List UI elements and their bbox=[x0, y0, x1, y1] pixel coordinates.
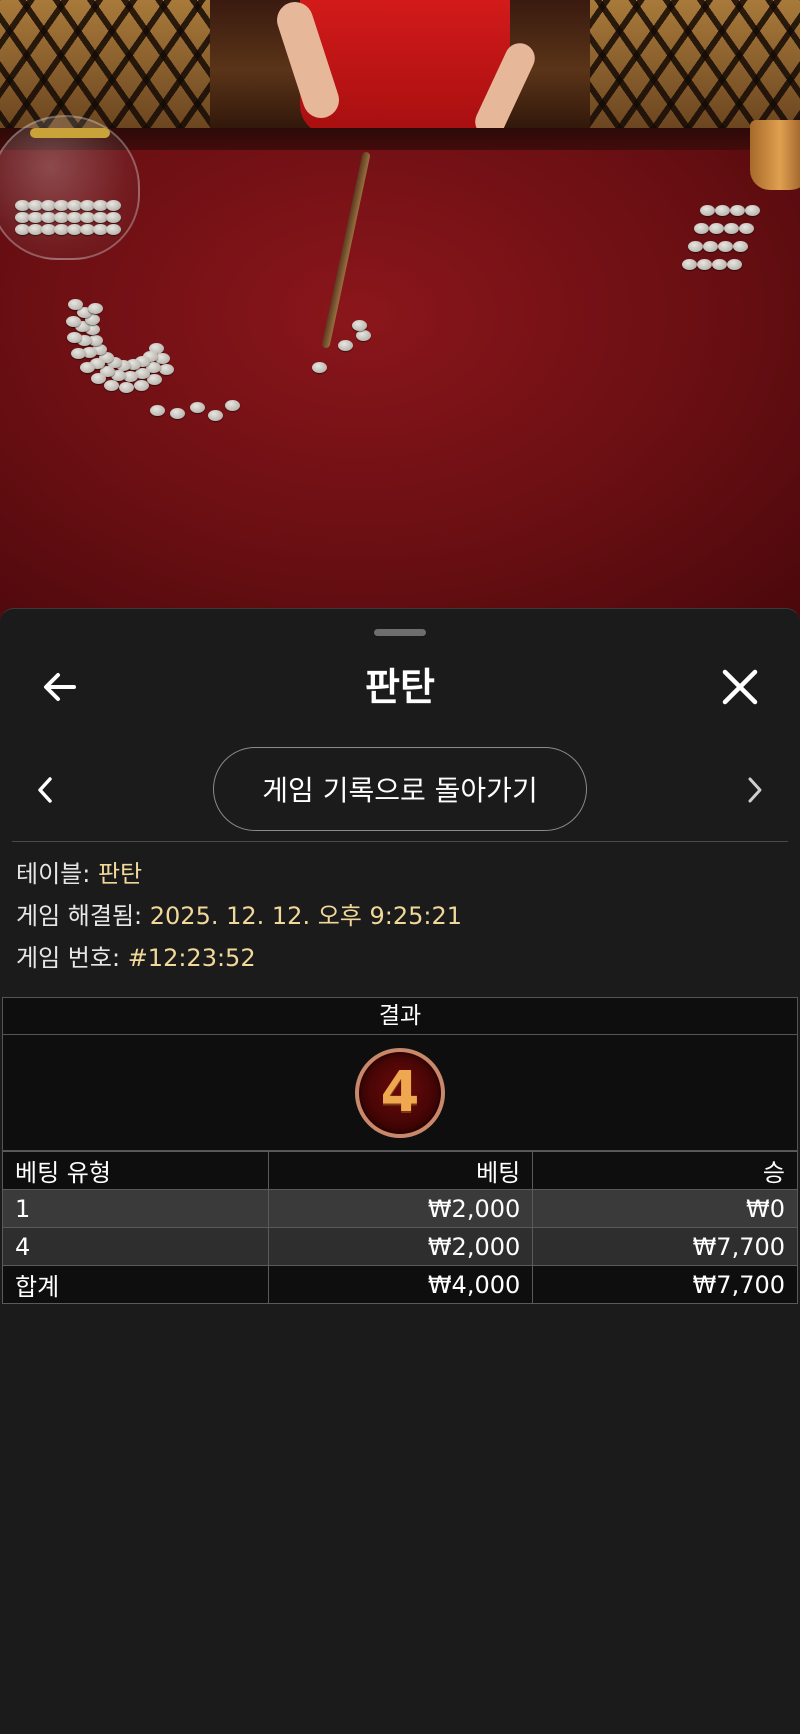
bead bbox=[709, 223, 724, 234]
next-game-button[interactable] bbox=[730, 757, 780, 823]
bead bbox=[71, 348, 86, 359]
result-number: 4 bbox=[380, 1060, 420, 1125]
bead bbox=[80, 362, 95, 373]
game-info: 테이블: 판탄 게임 해결됨: 2025. 12. 12. 오후 9:25:21… bbox=[16, 853, 786, 979]
bead bbox=[727, 259, 742, 270]
bead bbox=[66, 316, 81, 327]
bead bbox=[159, 364, 174, 375]
bead bbox=[225, 400, 240, 411]
game-number-value: #12:23:52 bbox=[127, 944, 256, 972]
bead bbox=[104, 380, 119, 391]
back-button[interactable] bbox=[28, 655, 92, 719]
result-display: 4 bbox=[2, 1035, 798, 1151]
table-row: 4 ₩2,000 ₩7,700 bbox=[2, 1227, 798, 1266]
lattice-screen-left bbox=[0, 0, 210, 130]
bets-table: 베팅 유형 베팅 승 1 ₩2,000 ₩0 4 ₩2,000 ₩7,700 합… bbox=[2, 1151, 798, 1304]
total-label-cell: 합계 bbox=[2, 1265, 269, 1304]
lattice-screen-right bbox=[590, 0, 800, 130]
bead bbox=[338, 340, 353, 351]
bead bbox=[682, 259, 697, 270]
resolved-value: 2025. 12. 12. 오후 9:25:21 bbox=[149, 902, 463, 930]
history-nav-row: 게임 기록으로 돌아가기 bbox=[0, 747, 800, 833]
divider bbox=[12, 841, 788, 842]
bead bbox=[745, 205, 760, 216]
bead bbox=[119, 382, 134, 393]
col-win: 승 bbox=[532, 1151, 798, 1190]
table-value: 판탄 bbox=[97, 860, 143, 888]
bead bbox=[91, 373, 106, 384]
chevron-right-icon bbox=[748, 777, 762, 803]
resolved-label: 게임 해결됨: bbox=[16, 902, 143, 930]
game-details-sheet: 판탄 게임 기록으로 돌아가기 테이블: 판탄 게임 해결됨: 2025. 12… bbox=[0, 608, 800, 1734]
total-row: 합계 ₩4,000 ₩7,700 bbox=[2, 1265, 798, 1304]
close-icon bbox=[722, 669, 758, 705]
bead bbox=[150, 405, 165, 416]
bead bbox=[106, 200, 121, 211]
back-to-history-button[interactable]: 게임 기록으로 돌아가기 bbox=[213, 747, 587, 831]
close-button[interactable] bbox=[708, 655, 772, 719]
bead bbox=[134, 380, 149, 391]
game-number-label: 게임 번호: bbox=[16, 944, 121, 972]
game-number-info: 게임 번호: #12:23:52 bbox=[16, 937, 786, 979]
bet-type-cell: 1 bbox=[2, 1189, 269, 1228]
chevron-left-icon bbox=[38, 777, 52, 803]
table-info: 테이블: 판탄 bbox=[16, 853, 786, 895]
live-video-stream bbox=[0, 0, 800, 620]
bead bbox=[106, 224, 121, 235]
sheet-drag-handle[interactable] bbox=[374, 629, 426, 636]
total-bet-cell: ₩4,000 bbox=[267, 1265, 534, 1304]
bead bbox=[67, 332, 82, 343]
resolved-info: 게임 해결됨: 2025. 12. 12. 오후 9:25:21 bbox=[16, 895, 786, 937]
bet-type-cell: 4 bbox=[2, 1227, 269, 1266]
bead bbox=[715, 205, 730, 216]
win-amount-cell: ₩7,700 bbox=[532, 1227, 798, 1266]
arrow-left-icon bbox=[44, 673, 76, 701]
total-win-cell: ₩7,700 bbox=[532, 1265, 798, 1304]
bead bbox=[170, 408, 185, 419]
bead bbox=[718, 241, 733, 252]
bead bbox=[703, 241, 718, 252]
dome-handle bbox=[30, 128, 110, 138]
table-row: 1 ₩2,000 ₩0 bbox=[2, 1189, 798, 1228]
bead bbox=[730, 205, 745, 216]
bead bbox=[733, 241, 748, 252]
bead bbox=[106, 212, 121, 223]
bead bbox=[694, 223, 709, 234]
bead bbox=[312, 362, 327, 373]
bead bbox=[724, 223, 739, 234]
bead bbox=[712, 259, 727, 270]
win-amount-cell: ₩0 bbox=[532, 1189, 798, 1228]
table-header-row: 베팅 유형 베팅 승 bbox=[2, 1151, 798, 1190]
bead bbox=[739, 223, 754, 234]
results-section: 결과 4 베팅 유형 베팅 승 1 ₩2,000 ₩0 4 ₩2,000 ₩7,… bbox=[2, 997, 798, 1304]
bead bbox=[68, 299, 83, 310]
bead bbox=[688, 241, 703, 252]
col-bet-type: 베팅 유형 bbox=[2, 1151, 269, 1190]
table-label: 테이블: bbox=[16, 860, 91, 888]
bet-amount-cell: ₩2,000 bbox=[267, 1189, 534, 1228]
bead bbox=[356, 330, 371, 341]
bet-amount-cell: ₩2,000 bbox=[267, 1227, 534, 1266]
page-title: 판탄 bbox=[365, 665, 435, 709]
result-ball: 4 bbox=[355, 1047, 445, 1138]
bead bbox=[700, 205, 715, 216]
result-header: 결과 bbox=[2, 997, 798, 1035]
bead bbox=[697, 259, 712, 270]
col-bet: 베팅 bbox=[267, 1151, 534, 1190]
bead bbox=[88, 303, 103, 314]
previous-game-button[interactable] bbox=[20, 757, 70, 823]
bead bbox=[352, 320, 367, 331]
brass-cup bbox=[750, 120, 800, 190]
bead bbox=[208, 410, 223, 421]
bead bbox=[190, 402, 205, 413]
